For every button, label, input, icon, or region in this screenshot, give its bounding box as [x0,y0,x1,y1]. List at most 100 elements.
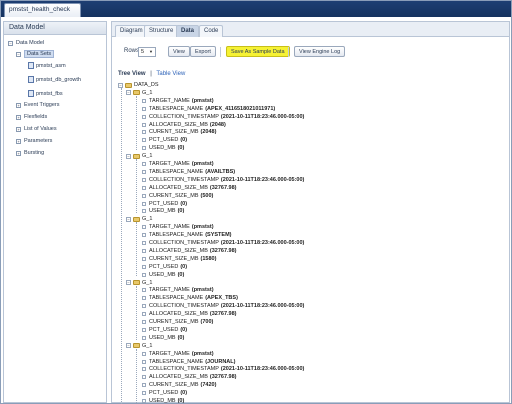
xml-leaf-node[interactable]: CURENT_SIZE_MB (7420) [142,382,216,388]
plus-icon[interactable] [142,233,146,238]
xml-leaf-node[interactable]: USED_MB (0) [142,398,184,404]
plus-icon[interactable] [142,177,146,182]
xml-leaf-node[interactable]: TARGET_NAME (pmstst) [142,351,214,357]
xml-leaf-node[interactable]: TARGET_NAME (pmstst) [142,224,214,230]
xml-root-node[interactable]: − DATA_DS [118,82,159,88]
xml-leaf-node[interactable]: TABLESPACE_NAME (SYSTEM) [142,232,231,238]
plus-icon[interactable] [142,106,146,111]
plus-icon[interactable] [142,146,146,151]
minus-icon[interactable]: − [126,216,131,222]
xml-leaf-node[interactable]: PCT_USED (0) [142,201,187,207]
minus-icon[interactable]: − [126,153,131,159]
xml-leaf-node[interactable]: ALLOCATED_SIZE_MB (2048) [142,122,226,128]
xml-leaf-node[interactable]: CURENT_SIZE_MB (500) [142,193,213,199]
xml-leaf-node[interactable]: COLLECTION_TIMESTAMP (2021-10-11T18:23:46… [142,177,304,183]
tree-view-link[interactable]: Tree View [118,71,146,77]
plus-icon[interactable]: + [16,138,21,144]
plus-icon[interactable] [142,399,146,403]
tree-item-bursting[interactable]: + Bursting [16,150,44,156]
minus-icon[interactable]: − [126,343,131,349]
xml-group-node[interactable]: − G_1 [126,90,152,96]
xml-leaf-node[interactable]: CURENT_SIZE_MB (2048) [142,129,216,135]
plus-icon[interactable] [142,162,146,166]
minus-icon[interactable]: − [126,90,131,96]
xml-group-node[interactable]: − G_1 [126,280,152,286]
xml-leaf-node[interactable]: TARGET_NAME (pmstst) [142,287,214,293]
xml-leaf-node[interactable]: USED_MB (0) [142,208,184,214]
data-set-item[interactable]: pmstst_db_growth [28,76,81,83]
plus-icon[interactable] [142,312,146,317]
export-button[interactable]: Export [190,46,216,57]
xml-group-node[interactable]: − G_1 [126,216,152,222]
table-view-link[interactable]: Table View [156,71,185,77]
data-set-item[interactable]: pmstst_fbs [28,90,63,97]
plus-icon[interactable] [142,320,146,324]
tab-structure[interactable]: Structure [144,25,179,37]
tree-item-parameters[interactable]: + Parameters [16,138,52,144]
tab-data[interactable]: Data [176,25,200,37]
xml-leaf-node[interactable]: CURENT_SIZE_MB (700) [142,319,213,325]
plus-icon[interactable] [142,264,146,269]
plus-icon[interactable] [142,98,146,103]
plus-icon[interactable] [142,327,146,332]
plus-icon[interactable] [142,391,146,396]
xml-leaf-node[interactable]: USED_MB (0) [142,335,184,341]
xml-leaf-node[interactable]: TABLESPACE_NAME (APEX_TBS) [142,295,238,301]
xml-leaf-node[interactable]: TABLESPACE_NAME (JOURNAL) [142,359,235,365]
tree-item-list-of-values[interactable]: + List of Values [16,126,57,132]
plus-icon[interactable] [142,201,146,206]
plus-icon[interactable] [142,288,146,293]
document-tab[interactable]: pmstst_health_check [4,3,81,17]
plus-icon[interactable] [142,351,146,356]
plus-icon[interactable] [142,375,146,380]
xml-leaf-node[interactable]: PCT_USED (0) [142,390,187,396]
plus-icon[interactable] [142,248,146,253]
xml-leaf-node[interactable]: COLLECTION_TIMESTAMP (2021-10-11T18:23:46… [142,303,304,309]
xml-leaf-node[interactable]: CURENT_SIZE_MB (1580) [142,256,216,262]
plus-icon[interactable]: + [16,126,21,132]
xml-leaf-node[interactable]: TARGET_NAME (pmstst) [142,161,214,167]
xml-leaf-node[interactable]: ALLOCATED_SIZE_MB (32767.98) [142,185,237,191]
tree-item-flexfields[interactable]: + Flexfields [16,114,47,120]
minus-icon[interactable]: − [118,82,123,88]
plus-icon[interactable] [142,296,146,301]
xml-leaf-node[interactable]: ALLOCATED_SIZE_MB (32767.98) [142,374,237,380]
rows-select[interactable]: 5 ▼ [138,47,156,57]
plus-icon[interactable] [142,383,146,388]
plus-icon[interactable] [142,367,146,372]
plus-icon[interactable] [142,241,146,245]
view-engine-log-button[interactable]: View Engine Log [294,46,346,57]
tree-item-data-sets[interactable]: − Data Sets [16,50,55,58]
plus-icon[interactable]: + [16,114,21,120]
xml-leaf-node[interactable]: TARGET_NAME (pmstst) [142,98,214,104]
xml-leaf-node[interactable]: PCT_USED (0) [142,137,187,143]
plus-icon[interactable] [142,122,146,127]
save-as-sample-data-button[interactable]: Save As Sample Data [226,46,290,57]
xml-group-node[interactable]: − G_1 [126,153,152,159]
minus-icon[interactable]: − [16,51,21,57]
plus-icon[interactable] [142,256,146,261]
xml-leaf-node[interactable]: ALLOCATED_SIZE_MB (32767.98) [142,248,237,254]
xml-leaf-node[interactable]: ALLOCATED_SIZE_MB (32767.98) [142,311,237,317]
xml-leaf-node[interactable]: PCT_USED (0) [142,327,187,333]
xml-leaf-node[interactable]: USED_MB (0) [142,272,184,278]
tree-item-data-model[interactable]: − Data Model [8,40,44,46]
plus-icon[interactable] [142,130,146,135]
plus-icon[interactable]: + [16,102,21,108]
xml-group-node[interactable]: − G_1 [126,343,152,349]
plus-icon[interactable] [142,138,146,143]
minus-icon[interactable]: − [126,280,131,285]
plus-icon[interactable] [142,335,146,340]
plus-icon[interactable] [142,185,146,190]
plus-icon[interactable] [142,359,146,364]
tab-code[interactable]: Code [199,25,224,37]
xml-leaf-node[interactable]: COLLECTION_TIMESTAMP (2021-10-11T18:23:46… [142,240,304,246]
xml-leaf-node[interactable]: USED_MB (0) [142,145,184,151]
tab-diagram[interactable]: Diagram [115,25,148,37]
xml-leaf-node[interactable]: TABLESPACE_NAME (APEX_4116518021011971) [142,106,275,112]
plus-icon[interactable] [142,272,146,277]
plus-icon[interactable] [142,114,146,119]
minus-icon[interactable]: − [8,40,13,46]
plus-icon[interactable] [142,225,146,230]
view-button[interactable]: View [168,46,190,57]
